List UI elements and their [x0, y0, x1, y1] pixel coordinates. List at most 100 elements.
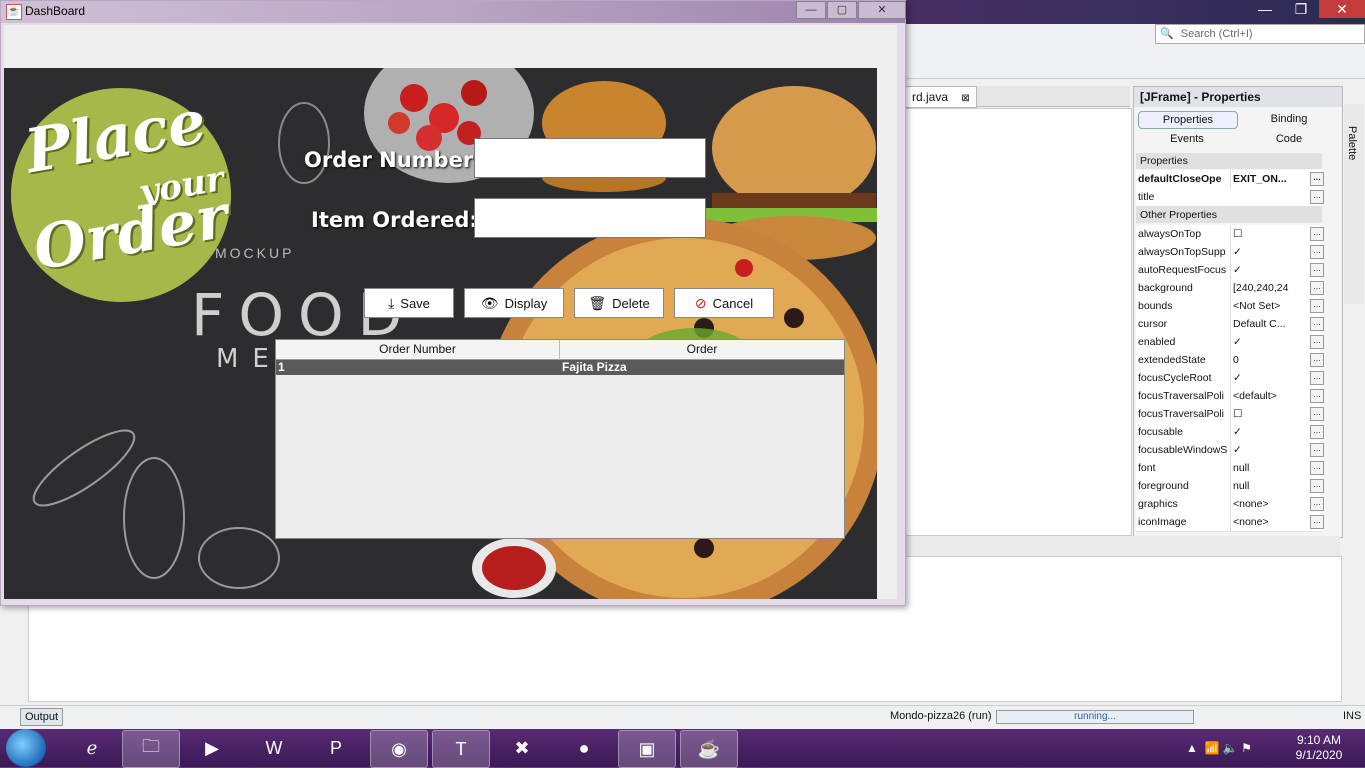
cancel-button[interactable]: ⊘ Cancel	[674, 288, 774, 318]
property-value[interactable]: ✓	[1230, 243, 1313, 261]
ellipsis-icon[interactable]: …	[1310, 443, 1324, 457]
display-button[interactable]: 👁 Display	[464, 288, 564, 318]
property-value[interactable]: EXIT_ON...	[1230, 170, 1313, 188]
close-icon[interactable]: ⊠	[961, 93, 969, 104]
ellipsis-icon[interactable]: …	[1310, 299, 1324, 313]
start-button[interactable]	[6, 729, 46, 767]
ellipsis-icon[interactable]: …	[1310, 281, 1324, 295]
column-header-order-number[interactable]: Order Number	[276, 340, 560, 360]
chrome-icon[interactable]: ◉	[370, 730, 428, 768]
xampp-icon[interactable]: ✖	[494, 730, 550, 766]
minimize-icon[interactable]: —	[1247, 0, 1283, 18]
property-value[interactable]: [240,240,24	[1230, 279, 1313, 297]
table-row[interactable]: 1 Fajita Pizza	[276, 360, 844, 375]
property-row[interactable]: cursor Default C...…	[1136, 315, 1324, 334]
property-row[interactable]: enabled ✓…	[1136, 333, 1324, 352]
property-row[interactable]: focusable ✓…	[1136, 423, 1324, 442]
tab-code[interactable]: Code	[1240, 131, 1338, 147]
ellipsis-icon[interactable]: …	[1310, 263, 1324, 277]
ide-search-input[interactable]: 🔍 Search (Ctrl+I)	[1155, 24, 1365, 44]
item-ordered-input[interactable]	[474, 198, 706, 238]
editor-area[interactable]	[905, 108, 1132, 536]
ellipsis-icon[interactable]: …	[1310, 461, 1324, 475]
property-value[interactable]: <default>	[1230, 387, 1313, 405]
property-value[interactable]: null	[1230, 459, 1313, 477]
property-value[interactable]: ✓	[1230, 369, 1313, 387]
system-tray[interactable]: ▲ 📶 🔈 ⚑	[1186, 741, 1252, 755]
ellipsis-icon[interactable]: …	[1310, 389, 1324, 403]
property-row[interactable]: focusCycleRoot ✓…	[1136, 369, 1324, 388]
minimize-icon[interactable]: —	[796, 1, 826, 19]
section-other-properties[interactable]: Other Properties	[1136, 207, 1322, 223]
palette-label[interactable]: Palette	[1346, 126, 1358, 160]
word-icon[interactable]: W	[246, 730, 302, 766]
firefox-icon[interactable]: ●	[556, 730, 612, 766]
property-value[interactable]: ✓	[1230, 423, 1313, 441]
file-explorer-icon[interactable]: 🗀	[122, 730, 180, 768]
internet-explorer-icon[interactable]: ℯ	[64, 730, 120, 766]
cell-order[interactable]: Fajita Pizza	[562, 360, 842, 375]
property-row[interactable]: graphics <none>…	[1136, 495, 1324, 514]
property-value[interactable]: 0	[1230, 351, 1313, 369]
property-row[interactable]: extendedState 0…	[1136, 351, 1324, 370]
orders-table[interactable]: Order Number Order 1 Fajita Pizza	[275, 339, 845, 539]
ellipsis-icon[interactable]: …	[1310, 172, 1324, 186]
property-value[interactable]: <none>	[1230, 513, 1313, 531]
save-button[interactable]: ⤓ Save	[364, 288, 454, 318]
property-value[interactable]: ✓	[1230, 333, 1313, 351]
property-row[interactable]: foreground null…	[1136, 477, 1324, 496]
close-icon[interactable]: ✕	[1319, 0, 1365, 18]
property-row[interactable]: alwaysOnTopSupp ✓…	[1136, 243, 1324, 262]
property-value[interactable]: ✓	[1230, 261, 1313, 279]
ellipsis-icon[interactable]: …	[1310, 497, 1324, 511]
output-tab[interactable]: Output	[20, 708, 64, 726]
property-row[interactable]: defaultCloseOpe EXIT_ON... …	[1136, 170, 1324, 189]
powerpoint-icon[interactable]: P	[308, 730, 364, 766]
tab-binding[interactable]: Binding	[1240, 111, 1338, 127]
property-row[interactable]: background [240,240,24…	[1136, 279, 1324, 298]
ellipsis-icon[interactable]: …	[1310, 353, 1324, 367]
ellipsis-icon[interactable]: …	[1310, 317, 1324, 331]
ellipsis-icon[interactable]: …	[1310, 479, 1324, 493]
maximize-icon[interactable]: ❐	[1283, 0, 1319, 18]
property-row[interactable]: font null…	[1136, 459, 1324, 478]
property-value[interactable]: null	[1230, 477, 1313, 495]
property-row[interactable]: alwaysOnTop ☐…	[1136, 225, 1324, 244]
tab-properties[interactable]: Properties	[1138, 111, 1238, 129]
cell-order-number[interactable]: 1	[278, 360, 558, 375]
property-row[interactable]: focusableWindowS ✓…	[1136, 441, 1324, 460]
ellipsis-icon[interactable]: …	[1310, 335, 1324, 349]
property-row[interactable]: bounds <Not Set>…	[1136, 297, 1324, 316]
ellipsis-icon[interactable]: …	[1310, 515, 1324, 529]
ellipsis-icon[interactable]: …	[1310, 371, 1324, 385]
property-row[interactable]: title …	[1136, 188, 1324, 207]
column-header-order[interactable]: Order	[560, 340, 844, 360]
property-row[interactable]: iconImage <none>…	[1136, 513, 1324, 532]
property-value[interactable]: ☐	[1230, 405, 1313, 423]
maximize-icon[interactable]: ▢	[827, 1, 857, 19]
property-value[interactable]: <Not Set>	[1230, 297, 1313, 315]
media-player-icon[interactable]: ▶	[184, 730, 240, 766]
tab-events[interactable]: Events	[1138, 131, 1236, 147]
section-properties[interactable]: Properties	[1136, 153, 1322, 169]
delete-button[interactable]: 🗑 Delete	[574, 288, 664, 318]
ellipsis-icon[interactable]: …	[1310, 425, 1324, 439]
property-value[interactable]: ✓	[1230, 441, 1313, 459]
property-row[interactable]: focusTraversalPoli ☐…	[1136, 405, 1324, 424]
property-row[interactable]: autoRequestFocus ✓…	[1136, 261, 1324, 280]
dashboard-title-bar[interactable]: ☕ DashBoard — ▢ ✕	[1, 1, 906, 23]
ellipsis-icon[interactable]: …	[1310, 227, 1324, 241]
property-value[interactable]: Default C...	[1230, 315, 1313, 333]
virtualbox-icon[interactable]: ▣	[618, 730, 676, 768]
ellipsis-icon[interactable]: …	[1310, 245, 1324, 259]
editor-tab[interactable]: rd.java ⊠	[905, 86, 977, 108]
property-row[interactable]: focusTraversalPoli <default>…	[1136, 387, 1324, 406]
close-icon[interactable]: ✕	[858, 1, 906, 19]
property-value[interactable]: <none>	[1230, 495, 1313, 513]
teams-icon[interactable]: T	[432, 730, 490, 768]
property-value[interactable]: ☐	[1230, 225, 1313, 243]
clock[interactable]: 9:10 AM 9/1/2020	[1284, 733, 1354, 763]
ellipsis-icon[interactable]: …	[1310, 190, 1324, 204]
ellipsis-icon[interactable]: …	[1310, 407, 1324, 421]
java-icon[interactable]: ☕	[680, 730, 738, 768]
